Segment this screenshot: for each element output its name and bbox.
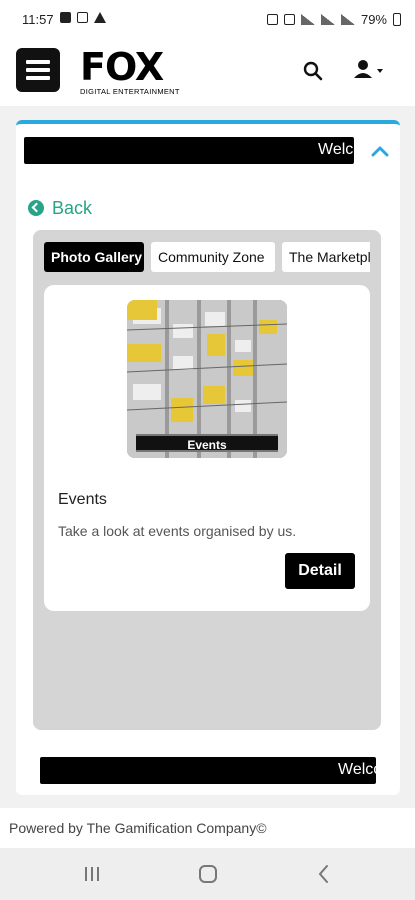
announcement-text-bottom: Welcome [338, 761, 376, 778]
recent-apps-button[interactable] [80, 862, 104, 886]
wifi-icon [300, 14, 315, 25]
image-caption: Events [136, 434, 278, 452]
menu-icon [26, 60, 50, 64]
gallery-panel: Photo Gallery Community Zone The Marketp… [33, 230, 381, 730]
status-time: 11:57 [22, 12, 54, 27]
warning-icon [94, 12, 106, 23]
logo-text: FOX [80, 45, 164, 89]
content-card: Welcome Back Photo Gallery Community Zon… [16, 120, 400, 795]
announcement-text: Welcome [318, 141, 354, 158]
search-icon [303, 61, 323, 81]
home-icon [199, 865, 217, 883]
menu-icon-bar [26, 76, 50, 80]
alarm-icon [266, 14, 278, 25]
linkedin-icon [77, 12, 88, 23]
events-image[interactable]: Events [127, 300, 287, 458]
collapse-button[interactable] [368, 140, 392, 162]
logo-subtitle: DIGITAL ENTERTAINMENT [80, 87, 180, 96]
menu-icon-bar [26, 68, 50, 72]
android-nav-bar [0, 848, 415, 900]
chevron-up-icon [371, 146, 389, 157]
gallery-item-card: Events Events Take a look at events orga… [44, 285, 370, 611]
category-tabs: Photo Gallery Community Zone The Marketp… [44, 242, 370, 272]
mute-icon [283, 14, 295, 25]
back-link[interactable]: Back [28, 196, 92, 220]
tab-photo-gallery[interactable]: Photo Gallery [44, 242, 144, 272]
user-menu-button[interactable] [350, 56, 394, 84]
notification-icons [60, 12, 106, 23]
detail-button[interactable]: Detail [285, 553, 355, 589]
fox-logo[interactable]: FOX DIGITAL ENTERTAINMENT [80, 48, 210, 96]
user-icon [354, 60, 383, 78]
app-header: FOX DIGITAL ENTERTAINMENT [0, 40, 415, 106]
menu-button[interactable] [16, 48, 60, 92]
image-icon [60, 12, 71, 23]
system-icons: 79% [266, 12, 401, 27]
announcement-marquee-bottom: Welcome [40, 757, 376, 784]
item-description: Take a look at events organised by us. [58, 523, 297, 539]
item-title: Events [58, 491, 107, 508]
footer-text: Powered by The Gamification Company© [9, 820, 267, 836]
home-button[interactable] [196, 862, 220, 886]
signal-icon [320, 14, 335, 25]
back-button[interactable] [312, 862, 336, 886]
signal-icon [340, 14, 355, 25]
back-arrow-icon [28, 200, 44, 216]
back-icon [318, 865, 328, 883]
recent-apps-icon [85, 867, 99, 881]
tab-community-zone[interactable]: Community Zone [151, 242, 275, 272]
back-label: Back [52, 197, 93, 218]
battery-icon [393, 13, 401, 26]
battery-level: 79% [360, 12, 387, 27]
status-bar: 11:57 79% [0, 0, 415, 40]
search-button[interactable] [300, 58, 326, 84]
footer: Powered by The Gamification Company© [0, 808, 415, 848]
tab-the-marketplace[interactable]: The Marketplace [282, 242, 370, 272]
announcement-marquee: Welcome [24, 137, 354, 164]
chevron-down-icon [377, 69, 383, 73]
